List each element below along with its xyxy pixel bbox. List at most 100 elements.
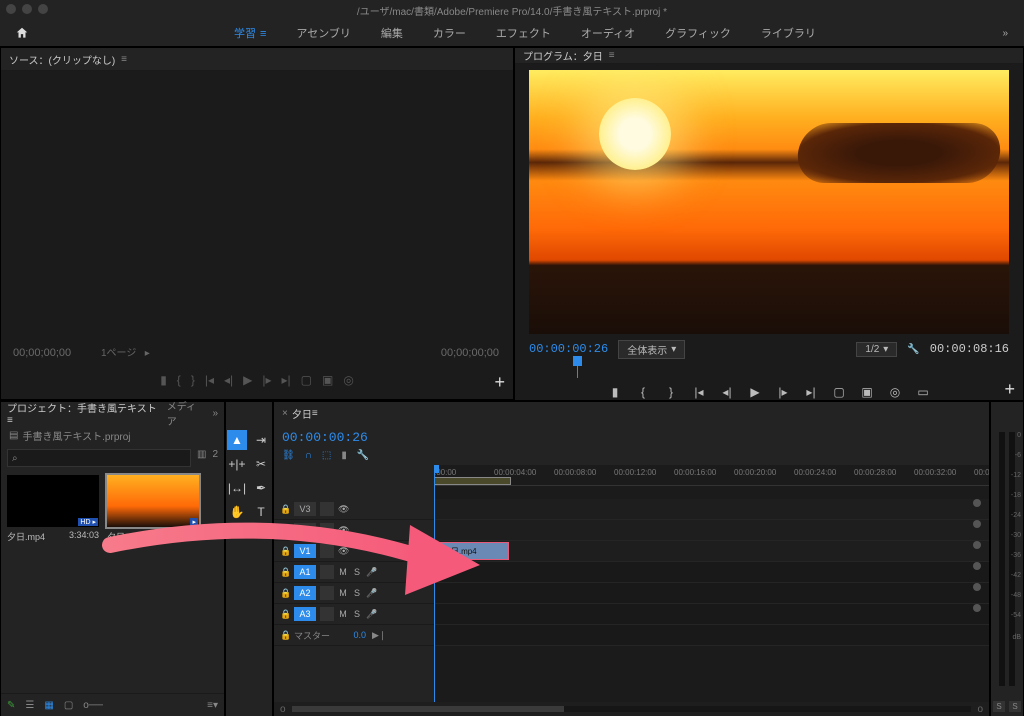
hand-tool-icon[interactable]: ✋ — [227, 502, 247, 522]
settings-icon[interactable]: 🔧 — [357, 450, 369, 461]
solo-button[interactable]: S — [352, 588, 362, 598]
lock-icon[interactable]: 🔒 — [280, 609, 290, 620]
sync-lock-icon[interactable] — [320, 565, 334, 579]
eye-icon[interactable]: 👁 — [338, 525, 352, 536]
mic-icon[interactable]: 🎤 — [366, 609, 378, 620]
program-button-editor[interactable]: + — [1004, 379, 1015, 400]
track-output-toggle[interactable] — [973, 499, 981, 507]
source-button-editor[interactable]: + — [494, 372, 505, 393]
track-target[interactable]: V2 — [294, 523, 316, 537]
track-header-v2[interactable]: 🔒V2👁 — [274, 520, 434, 541]
mute-button[interactable]: M — [338, 567, 348, 577]
magnet-icon[interactable]: ∩ — [305, 450, 312, 461]
track-v2[interactable] — [434, 520, 989, 541]
mark-in-icon[interactable]: ▮ — [160, 373, 167, 387]
track-header-a2[interactable]: 🔒A2MS🎤 — [274, 583, 434, 604]
track-target[interactable]: A1 — [294, 565, 316, 579]
panel-menu-icon[interactable]: ≡ — [121, 54, 127, 65]
extract-icon[interactable]: ▣ — [859, 385, 875, 399]
workspace-learning[interactable]: 学習≡ — [220, 21, 280, 45]
go-out-icon[interactable]: ▸| — [803, 385, 819, 399]
tab-overflow[interactable]: » — [212, 408, 218, 419]
track-header-master[interactable]: 🔒マスター▶❘ — [274, 625, 434, 646]
scroll-thumb[interactable] — [292, 706, 564, 712]
mute-button[interactable]: M — [338, 588, 348, 598]
play-icon[interactable]: ▶ — [747, 385, 763, 399]
pen-tool-icon[interactable]: ✒ — [251, 478, 271, 498]
source-pager[interactable]: 1ページ ▸ — [101, 344, 150, 359]
ripple-edit-tool-icon[interactable]: +|+ — [227, 454, 247, 474]
track-target[interactable]: A2 — [294, 586, 316, 600]
timeline-clip[interactable]: ▪夕日.mp4 — [434, 542, 509, 560]
track-a2[interactable] — [434, 583, 989, 604]
track-select-tool-icon[interactable]: ⇥ — [251, 430, 271, 450]
track-header-v3[interactable]: 🔒V3👁 — [274, 499, 434, 520]
workspace-editing[interactable]: 編集 — [367, 21, 417, 45]
step-fwd-icon[interactable]: |▸ — [775, 385, 791, 399]
selection-tool-icon[interactable]: ▲ — [227, 430, 247, 450]
track-output-toggle[interactable] — [973, 562, 981, 570]
go-out-icon[interactable]: ▸| — [281, 373, 290, 387]
timeline-tracks-area[interactable]: :00:00 00:00:04:00 00:00:08:00 00:00:12:… — [434, 465, 989, 702]
speaker-icon[interactable]: ▶❘ — [372, 630, 386, 641]
zoom-slider[interactable]: o── — [83, 700, 103, 711]
project-file-row[interactable]: ▤ 手書き風テキスト.prproj — [1, 424, 224, 447]
go-in-icon[interactable]: |◂ — [691, 385, 707, 399]
bracket-out-icon[interactable]: } — [191, 373, 195, 387]
lock-icon[interactable]: 🔒 — [280, 588, 290, 599]
sync-lock-icon[interactable] — [320, 607, 334, 621]
program-monitor-view[interactable] — [529, 70, 1009, 334]
clip-thumbnail[interactable]: HD ▸ — [7, 475, 99, 527]
timeline-timecode[interactable]: 00:00:00:26 — [282, 430, 368, 445]
track-master[interactable] — [434, 625, 989, 646]
sort-icon[interactable]: ≡▾ — [207, 700, 218, 711]
program-timecode-left[interactable]: 00:00:00:26 — [529, 342, 608, 356]
panel-menu-icon[interactable]: ≡ — [312, 408, 318, 419]
export-frame-icon[interactable]: ◎ — [343, 373, 353, 387]
lock-icon[interactable]: 🔒 — [280, 504, 290, 515]
play-icon[interactable]: ▶ — [243, 373, 252, 387]
program-time-ruler[interactable] — [529, 360, 1009, 378]
workspace-library[interactable]: ライブラリ — [747, 21, 830, 45]
eye-icon[interactable]: 👁 — [338, 546, 352, 557]
list-view-icon[interactable]: ☰ — [25, 700, 34, 711]
workspace-overflow[interactable]: » — [994, 24, 1016, 43]
freeform-view-icon[interactable]: ▢ — [64, 700, 73, 711]
pen-icon[interactable]: ✎ — [7, 700, 15, 711]
track-header-a1[interactable]: 🔒A1MS🎤 — [274, 562, 434, 583]
export-frame-icon[interactable]: ◎ — [887, 385, 903, 399]
source-panel-header[interactable]: ソース：(クリップなし) ≡ — [1, 48, 513, 71]
step-back-icon[interactable]: ◂| — [719, 385, 735, 399]
workspace-assembly[interactable]: アセンブリ — [282, 21, 364, 45]
panel-menu-icon[interactable]: ≡ — [609, 50, 615, 61]
program-playhead[interactable] — [577, 358, 578, 378]
filter-icon[interactable]: ▥ — [197, 449, 206, 467]
track-a1[interactable] — [434, 562, 989, 583]
zoom-fit-dropdown[interactable]: 全体表示 ▾ — [618, 340, 685, 359]
settings-icon[interactable]: 🔧 — [907, 344, 919, 355]
track-header-v1[interactable]: 🔒V1👁 — [274, 541, 434, 562]
workspace-color[interactable]: カラー — [419, 21, 480, 45]
timeline-ruler[interactable]: :00:00 00:00:04:00 00:00:08:00 00:00:12:… — [434, 465, 989, 486]
work-area-bar[interactable] — [434, 477, 511, 485]
workspace-graphics[interactable]: グラフィック — [651, 21, 745, 45]
resolution-dropdown[interactable]: 1/2 ▾ — [856, 342, 897, 357]
add-marker-icon[interactable]: ▮ — [607, 385, 623, 399]
source-monitor-view[interactable]: 00;00;00;00 1ページ ▸ 00;00;00;00 ▮ { } |◂ … — [1, 71, 513, 399]
project-search-input[interactable]: ⌕ — [7, 449, 191, 467]
track-header-a3[interactable]: 🔒A3MS🎤 — [274, 604, 434, 625]
type-tool-icon[interactable]: T — [251, 502, 271, 522]
mic-icon[interactable]: 🎤 — [366, 567, 378, 578]
snap-icon[interactable]: ⛓ — [282, 450, 295, 461]
mark-out-icon[interactable]: } — [663, 385, 679, 399]
razor-tool-icon[interactable]: ✂ — [251, 454, 271, 474]
overwrite-icon[interactable]: ▣ — [322, 373, 333, 387]
insert-icon[interactable]: ▢ — [301, 373, 312, 387]
lock-icon[interactable]: 🔒 — [280, 546, 290, 557]
mark-in-icon[interactable]: { — [635, 385, 651, 399]
sync-lock-icon[interactable] — [320, 502, 334, 516]
track-output-toggle[interactable] — [973, 583, 981, 591]
workspace-audio[interactable]: オーディオ — [567, 21, 649, 45]
eye-icon[interactable]: 👁 — [338, 504, 352, 515]
workspace-effects[interactable]: エフェクト — [482, 21, 565, 45]
